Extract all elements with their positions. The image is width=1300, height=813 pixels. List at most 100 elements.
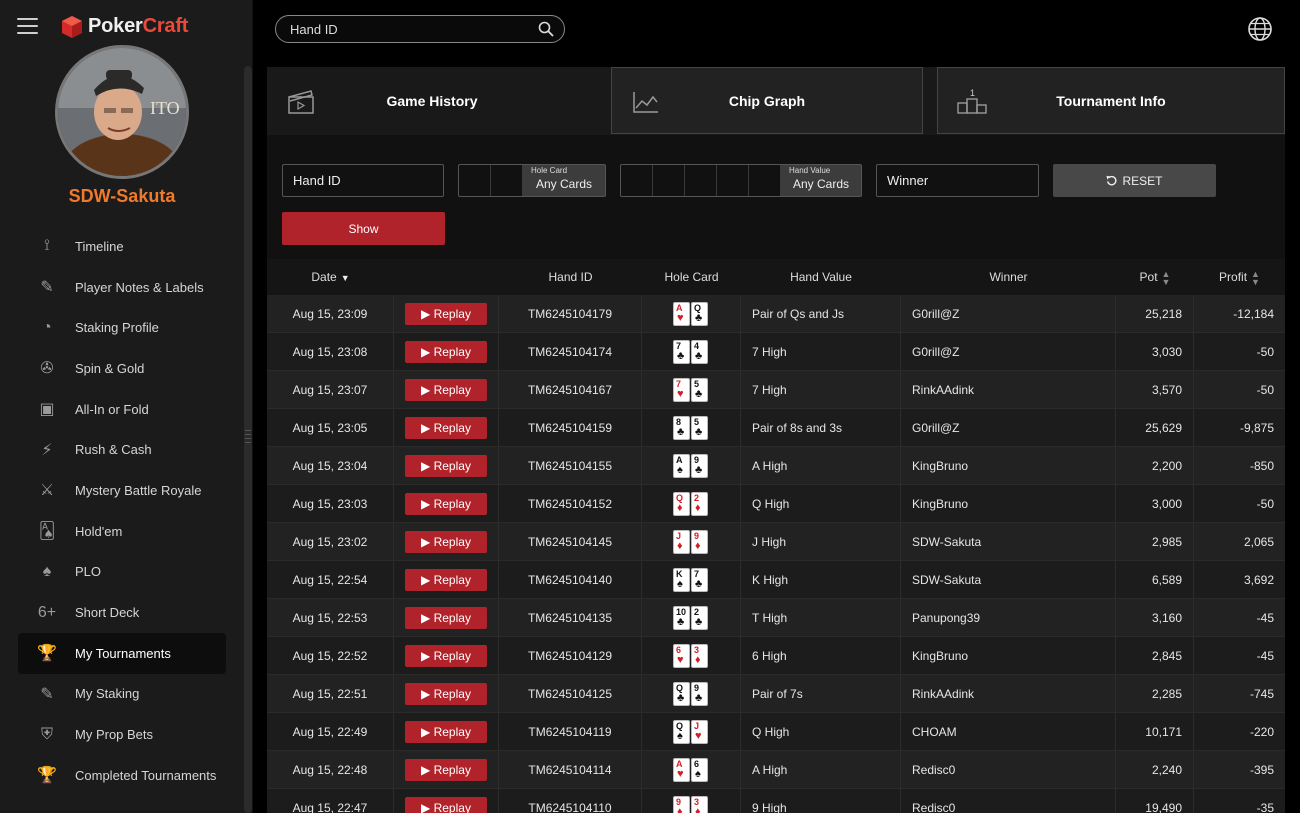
row-hand-id[interactable]: TM6245104129: [499, 637, 642, 675]
table-row[interactable]: Aug 15, 22:51 ▶ Replay TM6245104125 Q ♣ 9 ♣ Pai…: [267, 675, 1285, 713]
sidebar-resize-grip[interactable]: [244, 427, 252, 449]
table-row[interactable]: Aug 15, 23:08 ▶ Replay TM6245104174 7 ♣ 4 ♣ 7 H…: [267, 333, 1285, 371]
card-suit-icon: ♣: [695, 616, 703, 628]
search-icon[interactable]: [538, 21, 554, 37]
replay-button[interactable]: ▶ Replay: [405, 455, 487, 477]
replay-button[interactable]: ▶ Replay: [405, 721, 487, 743]
reset-button[interactable]: RESET: [1053, 164, 1216, 197]
replay-button[interactable]: ▶ Replay: [405, 759, 487, 781]
replay-button[interactable]: ▶ Replay: [405, 417, 487, 439]
row-replay-cell: ▶ Replay: [394, 523, 499, 561]
replay-button[interactable]: ▶ Replay: [405, 303, 487, 325]
replay-button[interactable]: ▶ Replay: [405, 569, 487, 591]
column-header-profit[interactable]: Profit ▲ ▼: [1194, 259, 1285, 295]
sidebar-item-staking-profile[interactable]: ◔ Staking Profile: [18, 307, 226, 348]
replay-button[interactable]: ▶ Replay: [405, 379, 487, 401]
sidebar-item-completed-tournaments[interactable]: 🏆 Completed Tournaments: [18, 755, 226, 796]
row-hand-id[interactable]: TM6245104179: [499, 295, 642, 333]
row-hand-id[interactable]: TM6245104159: [499, 409, 642, 447]
hand-value-slot[interactable]: [621, 165, 653, 196]
table-row[interactable]: Aug 15, 23:05 ▶ Replay TM6245104159 8 ♣ 5 ♣ Pai…: [267, 409, 1285, 447]
tab-tournament-info[interactable]: 1 Tournament Info: [937, 67, 1285, 134]
sidebar-item-my-prop-bets[interactable]: ⛨ My Prop Bets: [18, 714, 226, 755]
replay-button[interactable]: ▶ Replay: [405, 341, 487, 363]
column-header-pot[interactable]: Pot ▲ ▼: [1116, 259, 1194, 295]
row-winner: RinkAAdink: [901, 675, 1116, 713]
row-profit: -9,875: [1239, 421, 1274, 435]
table-row[interactable]: Aug 15, 22:52 ▶ Replay TM6245104129 6 ♥ 3 ♦ 6 H…: [267, 637, 1285, 675]
replay-button[interactable]: ▶ Replay: [405, 531, 487, 553]
playing-card: 9 ♣: [691, 454, 708, 478]
row-hand-id[interactable]: TM6245104135: [499, 599, 642, 637]
hand-value-dropdown[interactable]: Hand Value Any Cards: [781, 165, 861, 196]
table-row[interactable]: Aug 15, 22:47 ▶ Replay TM6245104110 9 ♦ 3 ♦ 9 H…: [267, 789, 1285, 813]
show-button[interactable]: Show: [282, 212, 445, 245]
table-row[interactable]: Aug 15, 23:04 ▶ Replay TM6245104155 A ♠ 9 ♣ A H…: [267, 447, 1285, 485]
hand-id-filter-input[interactable]: Hand ID: [282, 164, 444, 197]
sidebar-item-spin-gold[interactable]: ✇ Spin & Gold: [18, 348, 226, 389]
replay-button[interactable]: ▶ Replay: [405, 683, 487, 705]
hamburger-menu-icon[interactable]: [17, 18, 38, 36]
row-profit: -50: [1256, 497, 1274, 511]
hand-value-filter[interactable]: Hand Value Any Cards: [620, 164, 862, 197]
card-suit-icon: ♣: [695, 426, 703, 438]
column-header-date[interactable]: Date ▼: [267, 259, 394, 295]
sidebar-item-plo[interactable]: ♠ PLO: [18, 552, 226, 593]
hole-card-dropdown[interactable]: Hole Card Any Cards: [523, 165, 605, 196]
hole-card-filter[interactable]: Hole Card Any Cards: [458, 164, 606, 197]
hand-value-slot[interactable]: [653, 165, 685, 196]
sidebar-item-timeline[interactable]: ⟟ Timeline: [18, 226, 226, 267]
reset-label: RESET: [1122, 173, 1163, 188]
sidebar-item-mystery-battle-royale[interactable]: ⚔ Mystery Battle Royale: [18, 470, 226, 511]
pokercraft-logo[interactable]: PokerCraft: [62, 15, 188, 38]
table-row[interactable]: Aug 15, 22:49 ▶ Replay TM6245104119 Q ♠ J ♥ Q H…: [267, 713, 1285, 751]
replay-button[interactable]: ▶ Replay: [405, 493, 487, 515]
playing-card: A ♥: [673, 302, 690, 326]
hole-card-slot[interactable]: [491, 165, 523, 196]
row-hand-id[interactable]: TM6245104119: [499, 713, 642, 751]
winner-filter-input[interactable]: Winner: [876, 164, 1039, 197]
clapperboard-icon: [288, 90, 314, 114]
playing-card: 9 ♦: [691, 530, 708, 554]
search-box[interactable]: [275, 15, 565, 43]
sidebar-item-all-in-or-fold[interactable]: ▣ All-In or Fold: [18, 389, 226, 430]
replay-button[interactable]: ▶ Replay: [405, 797, 487, 813]
row-hand-id[interactable]: TM6245104167: [499, 371, 642, 409]
row-hole-cards: 9 ♦ 3 ♦: [642, 789, 741, 813]
row-replay-cell: ▶ Replay: [394, 713, 499, 751]
avatar[interactable]: ITO: [55, 45, 189, 179]
sidebar-item-my-staking[interactable]: ✎ My Staking: [18, 674, 226, 715]
globe-icon[interactable]: [1247, 16, 1273, 42]
replay-button[interactable]: ▶ Replay: [405, 607, 487, 629]
hole-card-slot[interactable]: [459, 165, 491, 196]
search-input[interactable]: [276, 21, 538, 37]
hand-value-slot[interactable]: [749, 165, 781, 196]
row-hand-id[interactable]: TM6245104174: [499, 333, 642, 371]
sidebar-item-my-tournaments[interactable]: 🏆 My Tournaments: [18, 632, 226, 674]
sidebar-item-player-notes-labels[interactable]: ✎ Player Notes & Labels: [18, 267, 226, 308]
sidebar-item-short-deck[interactable]: 6+ Short Deck: [18, 592, 226, 633]
prop-bets-icon: ⛨: [40, 725, 53, 743]
sidebar-item-rush-cash[interactable]: ⚡ Rush & Cash: [18, 429, 226, 470]
tab-game-history[interactable]: Game History: [267, 67, 597, 135]
tab-chip-graph[interactable]: Chip Graph: [611, 67, 923, 134]
row-hand-id[interactable]: TM6245104140: [499, 561, 642, 599]
row-hand-id[interactable]: TM6245104125: [499, 675, 642, 713]
table-row[interactable]: Aug 15, 23:09 ▶ Replay TM6245104179 A ♥ Q ♣ Pai…: [267, 295, 1285, 333]
sidebar-item-hold-em[interactable]: 🂡 Hold'em: [18, 511, 226, 552]
row-hand-id[interactable]: TM6245104152: [499, 485, 642, 523]
table-row[interactable]: Aug 15, 23:03 ▶ Replay TM6245104152 Q ♦ 2 ♦ Q H…: [267, 485, 1285, 523]
table-row[interactable]: Aug 15, 22:48 ▶ Replay TM6245104114 A ♥ 6 ♠ A H…: [267, 751, 1285, 789]
row-hand-id[interactable]: TM6245104110: [499, 789, 642, 813]
row-hand-id[interactable]: TM6245104114: [499, 751, 642, 789]
row-hand-id[interactable]: TM6245104145: [499, 523, 642, 561]
table-row[interactable]: Aug 15, 22:53 ▶ Replay TM6245104135 10 ♣ 2 ♣ T …: [267, 599, 1285, 637]
table-row[interactable]: Aug 15, 23:02 ▶ Replay TM6245104145 J ♦ 9 ♦ J H…: [267, 523, 1285, 561]
sort-both-icon: ▲ ▼: [1161, 268, 1171, 287]
hand-value-slot[interactable]: [685, 165, 717, 196]
table-row[interactable]: Aug 15, 23:07 ▶ Replay TM6245104167 7 ♥ 5 ♣ 7 H…: [267, 371, 1285, 409]
table-row[interactable]: Aug 15, 22:54 ▶ Replay TM6245104140 K ♠ 7 ♣ K H…: [267, 561, 1285, 599]
hand-value-slot[interactable]: [717, 165, 749, 196]
replay-button[interactable]: ▶ Replay: [405, 645, 487, 667]
row-hand-id[interactable]: TM6245104155: [499, 447, 642, 485]
